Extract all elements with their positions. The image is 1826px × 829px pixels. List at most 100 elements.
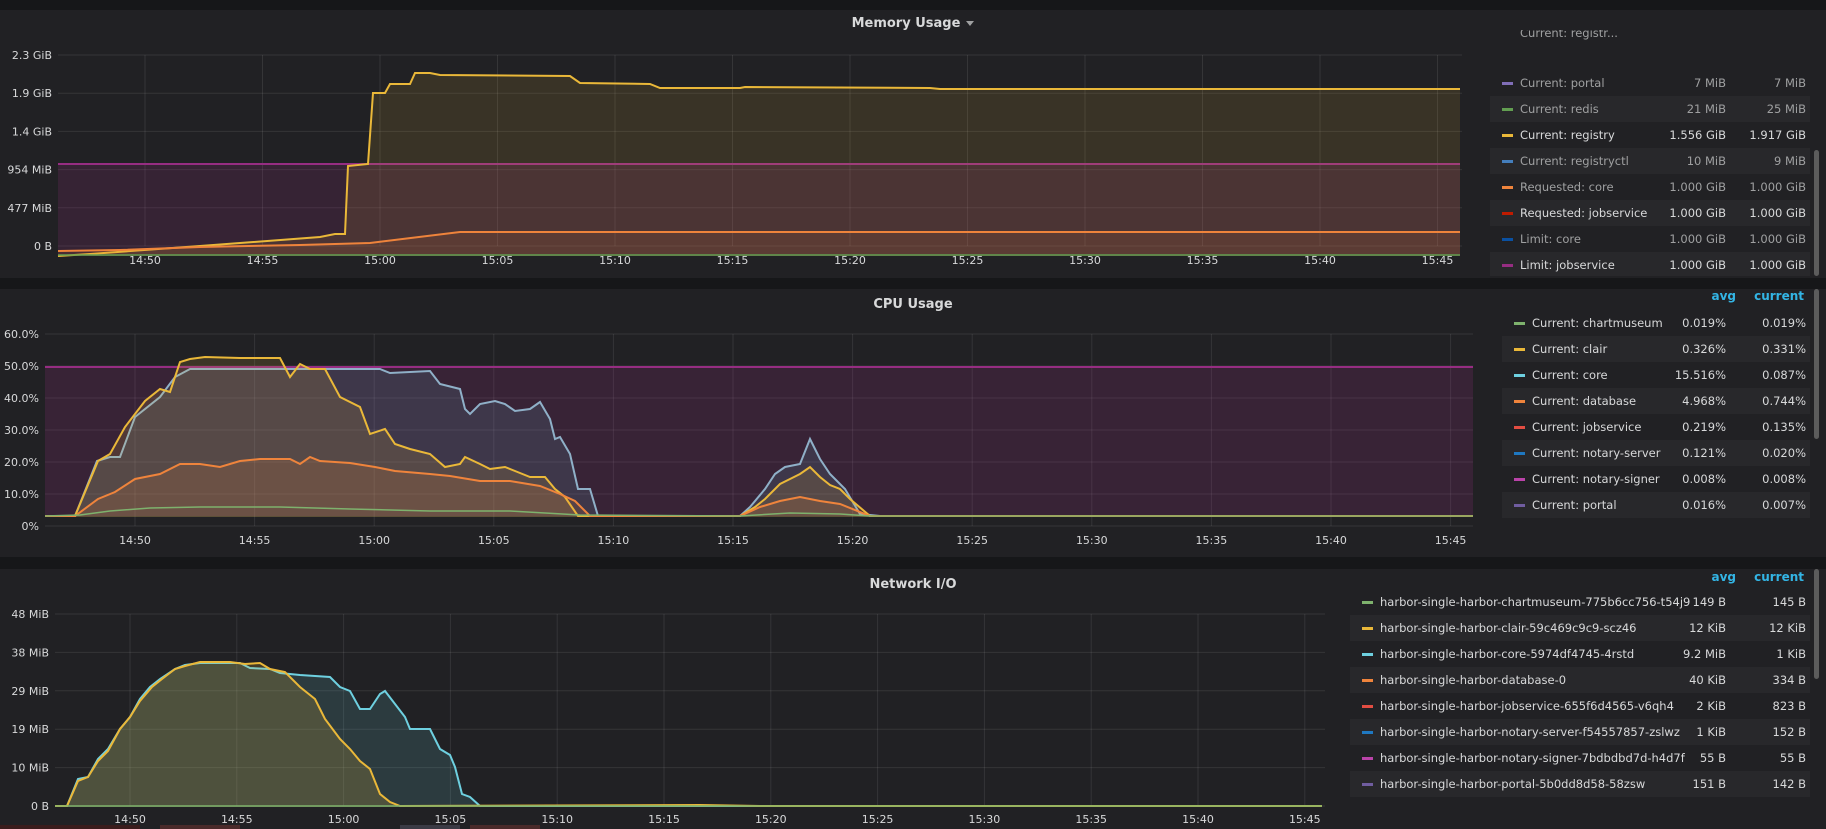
memory-legend-item[interactable]: Current: registry 1.556 GiB 1.917 GiB	[1490, 122, 1810, 148]
y-tick-label: 1.9 GiB	[12, 87, 52, 100]
memory-legend: Current: registr... Current: portal 7 MiB…	[1490, 30, 1810, 276]
legend-series-name[interactable]: Current: registry	[1520, 122, 1615, 148]
cpu-legend: avg current Current: chartmuseum 0.019% 0.…	[1502, 289, 1810, 557]
legend-series-name[interactable]: Current: registryctl	[1520, 148, 1629, 174]
legend-current-value: 12 KiB	[1769, 621, 1806, 635]
legend-series-name[interactable]: harbor-single-harbor-notary-server-f5455…	[1380, 719, 1680, 745]
legend-series-name[interactable]: Current: portal	[1532, 492, 1617, 518]
legend-series-name[interactable]: Current: database	[1532, 388, 1636, 414]
legend-avg-value: 7 MiB	[1694, 76, 1726, 90]
series-color-swatch[interactable]	[1502, 186, 1513, 189]
series-color-swatch[interactable]	[1514, 504, 1525, 507]
legend-series-name[interactable]: Current: clair	[1532, 336, 1607, 362]
legend-series-name[interactable]: Current: core	[1532, 362, 1608, 388]
series-color-swatch[interactable]	[1362, 705, 1373, 708]
cpu-legend-item[interactable]: Current: jobservice 0.219% 0.135%	[1502, 414, 1810, 440]
legend-current-value: 1 KiB	[1776, 647, 1806, 661]
legend-series-name[interactable]: Current: redis	[1520, 96, 1599, 122]
cpu-legend-item[interactable]: Current: chartmuseum 0.019% 0.019%	[1502, 310, 1810, 336]
network-legend-item[interactable]: harbor-single-harbor-portal-5b0dd8d58-58…	[1350, 771, 1810, 797]
y-tick-label: 19 MiB	[11, 723, 49, 736]
series-color-swatch[interactable]	[1514, 322, 1525, 325]
legend-series-name[interactable]: Current: jobservice	[1532, 414, 1641, 440]
legend-series-name[interactable]: harbor-single-harbor-notary-signer-7bdbd…	[1380, 745, 1685, 771]
y-tick-label: 10 MiB	[11, 762, 49, 775]
series-color-swatch[interactable]	[1502, 160, 1513, 163]
series-color-swatch[interactable]	[1514, 348, 1525, 351]
legend-series-name[interactable]: Current: notary-server	[1532, 440, 1661, 466]
series-color-swatch[interactable]	[1502, 82, 1513, 85]
x-tick-label: 15:05	[482, 254, 514, 267]
legend-series-name[interactable]: harbor-single-harbor-database-0	[1380, 667, 1566, 693]
series-color-swatch[interactable]	[1502, 238, 1513, 241]
legend-current-value: 0.744%	[1762, 394, 1806, 408]
legend-avg-value: 0.016%	[1682, 498, 1726, 512]
cpu-legend-item[interactable]: Current: clair 0.326% 0.331%	[1502, 336, 1810, 362]
cpu-legend-item[interactable]: Current: core 15.516% 0.087%	[1502, 362, 1810, 388]
series-color-swatch[interactable]	[1362, 731, 1373, 734]
y-tick-label: 29 MiB	[11, 685, 49, 698]
legend-series-name[interactable]: harbor-single-harbor-jobservice-655f6d45…	[1380, 693, 1674, 719]
legend-series-name[interactable]: harbor-single-harbor-chartmuseum-775b6cc…	[1380, 589, 1690, 615]
series-color-swatch[interactable]	[1502, 134, 1513, 137]
cpu-legend-item[interactable]: Current: notary-signer 0.008% 0.008%	[1502, 466, 1810, 492]
cpu-legend-scrollbar[interactable]	[1814, 289, 1819, 439]
cpu-legend-item[interactable]: Current: portal 0.016% 0.007%	[1502, 492, 1810, 518]
series-color-swatch[interactable]	[1362, 653, 1373, 656]
x-tick-label: 15:20	[837, 534, 869, 547]
network-legend-item[interactable]: harbor-single-harbor-clair-59c469c9c9-sc…	[1350, 615, 1810, 641]
network-legend-item[interactable]: harbor-single-harbor-notary-server-f5455…	[1350, 719, 1810, 745]
legend-series-name[interactable]: harbor-single-harbor-portal-5b0dd8d58-58…	[1380, 771, 1645, 797]
legend-avg-value: 40 KiB	[1689, 673, 1726, 687]
legend-series-name[interactable]: Current: notary-signer	[1532, 466, 1660, 492]
bottom-panel-edge	[0, 825, 1826, 829]
legend-current-value: 9 MiB	[1774, 154, 1806, 168]
series-color-swatch[interactable]	[1362, 679, 1373, 682]
series-color-swatch[interactable]	[1502, 264, 1513, 267]
network-legend-item[interactable]: harbor-single-harbor-jobservice-655f6d45…	[1350, 693, 1810, 719]
legend-series-name[interactable]: Limit: core	[1520, 226, 1581, 252]
memory-legend-scrollbar[interactable]	[1814, 150, 1819, 276]
series-color-swatch[interactable]	[1502, 212, 1513, 215]
legend-series-name[interactable]: Current: chartmuseum	[1532, 310, 1663, 336]
legend-series-name[interactable]: Requested: core	[1520, 174, 1614, 200]
memory-legend-item[interactable]: Requested: core 1.000 GiB 1.000 GiB	[1490, 174, 1810, 200]
cpu-legend-item[interactable]: Current: database 4.968% 0.744%	[1502, 388, 1810, 414]
series-color-swatch[interactable]	[1514, 426, 1525, 429]
series-color-swatch[interactable]	[1362, 783, 1373, 786]
series-color-swatch[interactable]	[1362, 601, 1373, 604]
memory-legend-item[interactable]: Current: redis 21 MiB 25 MiB	[1490, 96, 1810, 122]
legend-series-name[interactable]: Requested: jobservice	[1520, 200, 1647, 226]
series-color-swatch[interactable]	[1514, 478, 1525, 481]
legend-series-name[interactable]: harbor-single-harbor-clair-59c469c9c9-sc…	[1380, 615, 1637, 641]
legend-series-name[interactable]: Current: portal	[1520, 70, 1605, 96]
legend-avg-value: 9.2 MiB	[1683, 647, 1726, 661]
network-legend-scrollbar[interactable]	[1814, 569, 1819, 679]
memory-legend-item[interactable]: Current: portal 7 MiB 7 MiB	[1490, 70, 1810, 96]
series-color-swatch[interactable]	[1514, 374, 1525, 377]
legend-series-name[interactable]: Limit: jobservice	[1520, 252, 1615, 276]
series-color-swatch[interactable]	[1514, 400, 1525, 403]
legend-series-name[interactable]: harbor-single-harbor-core-5974df4745-4rs…	[1380, 641, 1634, 667]
series-color-swatch[interactable]	[1502, 108, 1513, 111]
x-tick-label: 15:30	[1069, 254, 1101, 267]
network-legend-item[interactable]: harbor-single-harbor-notary-signer-7bdbd…	[1350, 745, 1810, 771]
network-legend-item[interactable]: harbor-single-harbor-database-0 40 KiB 334…	[1350, 667, 1810, 693]
cpu-legend-item[interactable]: Current: notary-server 0.121% 0.020%	[1502, 440, 1810, 466]
series-color-swatch[interactable]	[1362, 757, 1373, 760]
legend-current-value: 0.331%	[1762, 342, 1806, 356]
x-tick-label: 15:45	[1435, 534, 1467, 547]
memory-legend-item[interactable]: Requested: jobservice 1.000 GiB 1.000 GiB	[1490, 200, 1810, 226]
legend-current-value: 152 B	[1772, 725, 1807, 739]
y-tick-label: 0 B	[31, 800, 49, 813]
series-color-swatch[interactable]	[1362, 627, 1373, 630]
legend-current-value: 0.087%	[1762, 368, 1806, 382]
network-legend-item[interactable]: harbor-single-harbor-chartmuseum-775b6cc…	[1350, 589, 1810, 615]
memory-legend-item[interactable]: Limit: core 1.000 GiB 1.000 GiB	[1490, 226, 1810, 252]
network-legend-item[interactable]: harbor-single-harbor-core-5974df4745-4rs…	[1350, 641, 1810, 667]
series-color-swatch[interactable]	[1514, 452, 1525, 455]
legend-current-value: 1.917 GiB	[1749, 128, 1806, 142]
memory-legend-item[interactable]: Current: registryctl 10 MiB 9 MiB	[1490, 148, 1810, 174]
legend-avg-value: 10 MiB	[1686, 154, 1726, 168]
memory-legend-item[interactable]: Limit: jobservice 1.000 GiB 1.000 GiB	[1490, 252, 1810, 276]
